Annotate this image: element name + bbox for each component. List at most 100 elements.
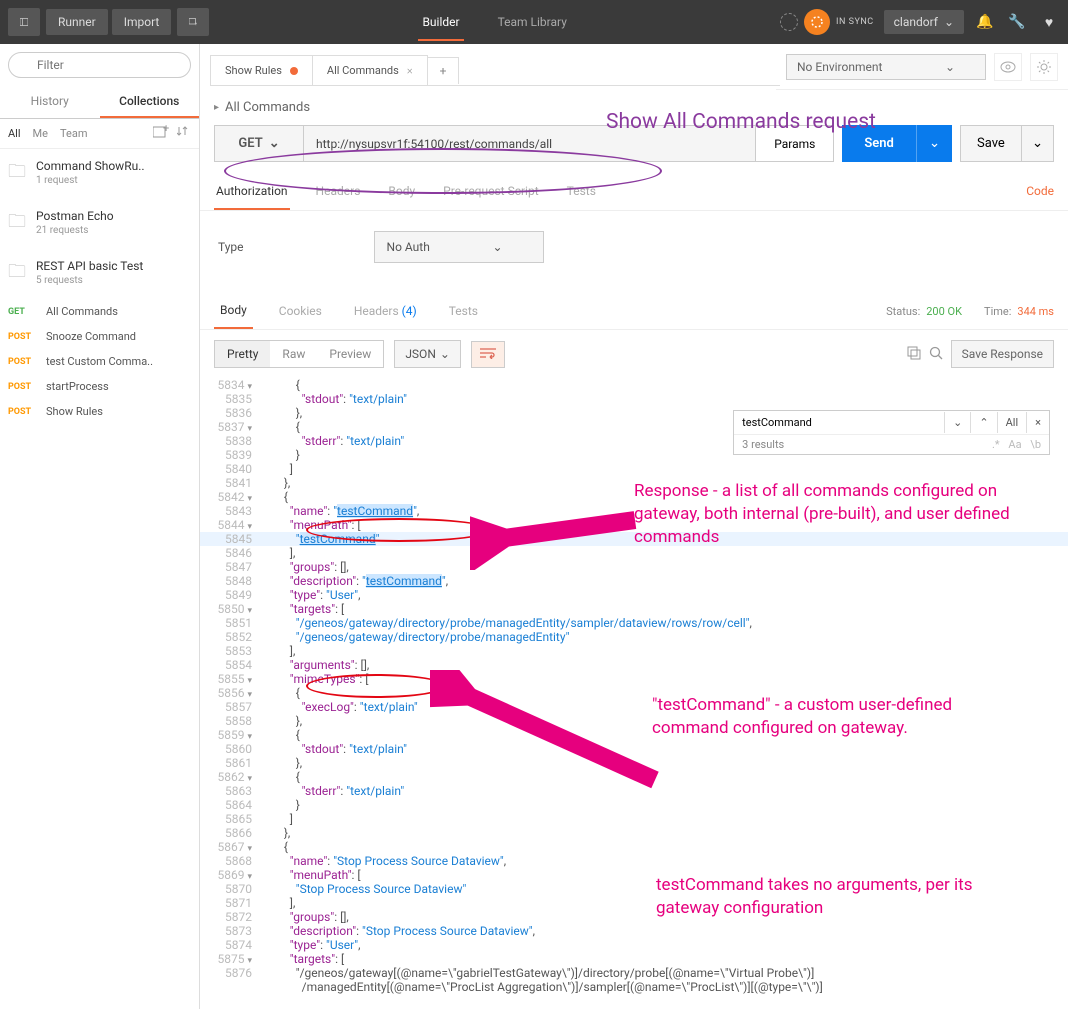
response-search-box: ⌄ ⌃ All × 3 results .* Aa \b (733, 410, 1050, 455)
regex-toggle[interactable]: .* (992, 438, 1000, 451)
request-item[interactable]: GETAll Commands (0, 299, 199, 324)
code-line: 5844 ▾ "menuPath": [ (200, 518, 1068, 532)
url-input[interactable] (304, 125, 756, 162)
import-button[interactable]: Import (112, 9, 172, 35)
code-line: 5834 ▾ { (200, 378, 1068, 392)
method-select[interactable]: GET ⌄ (214, 125, 304, 162)
search-down-icon[interactable]: ⌄ (944, 412, 970, 433)
settings-icon[interactable]: 🔧 (1006, 14, 1028, 30)
send-dropdown[interactable]: ⌄ (916, 125, 952, 162)
code-line: 5872 "groups": [], (200, 910, 1068, 924)
content-pane: Show Rules All Commands× + No Environmen… (200, 44, 1068, 1009)
save-dropdown[interactable]: ⌄ (1022, 125, 1054, 162)
sync-status: IN SYNC (780, 9, 874, 35)
filter-all[interactable]: All (8, 127, 21, 140)
tab-prerequest[interactable]: Pre-request Script (441, 174, 540, 210)
code-line: 5859 ▾ { (200, 728, 1068, 742)
search-close-icon[interactable]: × (1026, 412, 1049, 433)
code-line: 5873 "description": "Stop Process Source… (200, 924, 1068, 938)
send-button[interactable]: Send (842, 125, 916, 162)
user-menu[interactable]: clandorf ⌄ (884, 10, 964, 34)
add-tab-button[interactable]: + (427, 57, 460, 84)
filter-input[interactable] (8, 52, 191, 78)
tab-body[interactable]: Body (386, 174, 417, 210)
code-line: 5866 }, (200, 826, 1068, 840)
resp-tab-cookies[interactable]: Cookies (273, 294, 328, 328)
url-row: GET ⌄ Params Send ⌄ Save ⌄ (200, 125, 1068, 174)
code-line: 5855 ▾ "mimeTypes": [ (200, 672, 1068, 686)
request-item[interactable]: POSTSnooze Command (0, 324, 199, 349)
env-view-icon[interactable] (994, 53, 1022, 81)
code-line: 5867 ▾ { (200, 840, 1068, 854)
heart-icon[interactable]: ♥ (1038, 14, 1060, 31)
request-item[interactable]: POSTtest Custom Comma.. (0, 349, 199, 374)
code-line: 5856 ▾ { (200, 686, 1068, 700)
tab-team-library[interactable]: Team Library (494, 3, 571, 41)
search-all-button[interactable]: All (997, 412, 1027, 433)
request-item[interactable]: POSTstartProcess (0, 374, 199, 399)
code-line: 5851 "/geneos/gateway/directory/probe/ma… (200, 616, 1068, 630)
code-line: /managedEntity[(@name=\"ProcList Aggrega… (200, 980, 1068, 994)
response-search-input[interactable] (734, 411, 944, 434)
code-line: 5846 ], (200, 546, 1068, 560)
new-collection-icon[interactable]: + (153, 125, 169, 142)
chevron-down-icon: ⌄ (440, 347, 450, 361)
environment-select[interactable]: No Environment ⌄ (786, 54, 986, 80)
chevron-down-icon: ⌄ (944, 15, 954, 29)
view-preview[interactable]: Preview (317, 341, 383, 367)
params-button[interactable]: Params (756, 125, 834, 162)
code-link[interactable]: Code (1026, 174, 1054, 210)
code-line: 5860 "stdout": "text/plain" (200, 742, 1068, 756)
tab-builder[interactable]: Builder (418, 3, 463, 41)
runner-button[interactable]: Runner (46, 9, 108, 35)
request-tabs: Show Rules All Commands× + (210, 55, 780, 86)
response-toolbar: Pretty Raw Preview JSON ⌄ Save Response (200, 330, 1068, 378)
new-window-button[interactable]: + (177, 8, 209, 36)
request-tab[interactable]: All Commands× (312, 55, 428, 85)
code-line: 5857 "execLog": "text/plain" (200, 700, 1068, 714)
save-response-button[interactable]: Save Response (951, 340, 1054, 368)
word-toggle[interactable]: \b (1030, 438, 1041, 451)
env-settings-icon[interactable] (1030, 53, 1058, 81)
unsaved-dot-icon (290, 67, 298, 75)
tab-authorization[interactable]: Authorization (214, 174, 290, 210)
copy-icon[interactable] (907, 346, 921, 363)
resp-tab-tests[interactable]: Tests (443, 294, 484, 328)
format-select[interactable]: JSON ⌄ (394, 340, 461, 368)
sort-icon[interactable] (177, 125, 191, 142)
case-toggle[interactable]: Aa (1008, 438, 1021, 451)
resp-tab-body[interactable]: Body (214, 293, 253, 329)
collection-list: 🗀 Command ShowRu..1 request 🗀 Postman Ec… (0, 149, 199, 424)
code-line: 5865 ] (200, 812, 1068, 826)
sidebar: History Collections All Me Team + 🗀 Comm… (0, 44, 200, 1009)
search-up-icon[interactable]: ⌃ (970, 412, 996, 433)
wrap-toggle[interactable] (471, 341, 505, 368)
response-body[interactable]: 5834 ▾ {5835 "stdout": "text/plain"5836 … (200, 378, 1068, 1009)
auth-type-select[interactable]: No Auth ⌄ (374, 231, 544, 263)
request-section-tabs: Authorization Headers Body Pre-request S… (200, 174, 1068, 211)
view-raw[interactable]: Raw (270, 341, 317, 367)
code-line: 5841 }, (200, 476, 1068, 490)
sidebar-tab-history[interactable]: History (0, 86, 100, 118)
search-response-icon[interactable] (929, 346, 943, 363)
request-tab[interactable]: Show Rules (210, 55, 313, 85)
filter-team[interactable]: Team (60, 127, 88, 140)
notifications-icon[interactable]: 🔔 (974, 14, 996, 30)
save-button[interactable]: Save (960, 125, 1022, 162)
collection-item[interactable]: 🗀 Postman Echo21 requests (0, 199, 199, 249)
code-line: 5842 ▾ { (200, 490, 1068, 504)
view-pretty[interactable]: Pretty (215, 341, 270, 367)
sidebar-toggle-button[interactable] (8, 8, 40, 36)
code-line: 5845 "testCommand" (200, 532, 1068, 546)
resp-tab-headers[interactable]: Headers (4) (348, 294, 423, 328)
code-line: 5868 "name": "Stop Process Source Datavi… (200, 854, 1068, 868)
tab-tests[interactable]: Tests (565, 174, 598, 210)
collection-item[interactable]: 🗀 REST API basic Test5 requests (0, 249, 199, 299)
tab-headers[interactable]: Headers (314, 174, 363, 210)
code-line: 5869 ▾ "menuPath": [ (200, 868, 1068, 882)
sidebar-tab-collections[interactable]: Collections (100, 86, 200, 118)
close-icon[interactable]: × (407, 64, 413, 77)
filter-me[interactable]: Me (33, 127, 48, 140)
collection-item[interactable]: 🗀 Command ShowRu..1 request (0, 149, 199, 199)
request-item[interactable]: POSTShow Rules (0, 399, 199, 424)
